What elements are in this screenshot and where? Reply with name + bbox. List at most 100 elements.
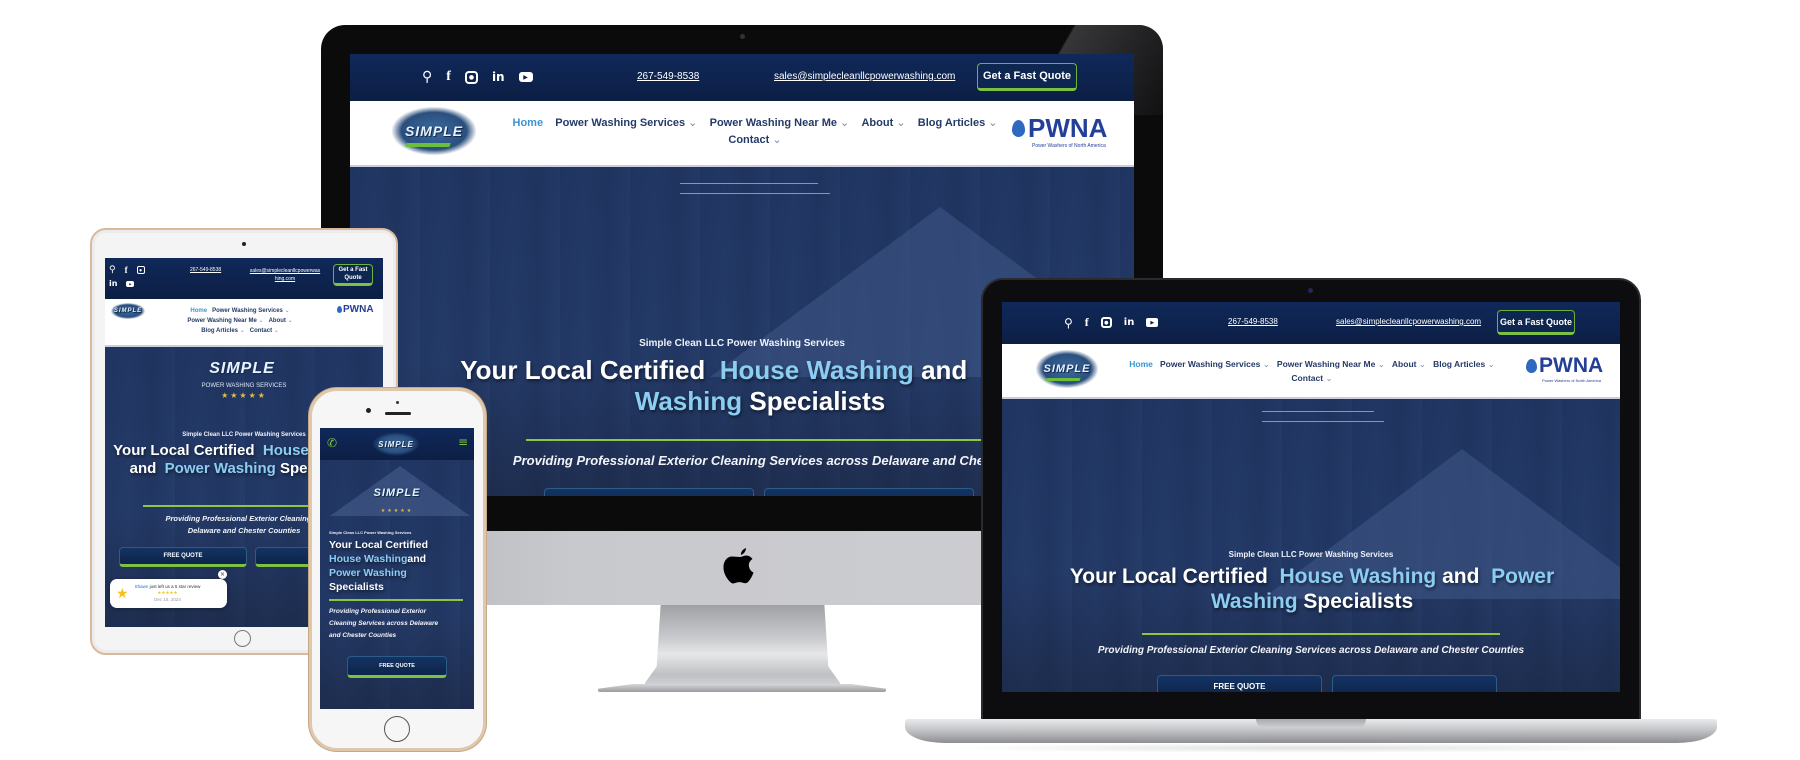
nav-item-home[interactable]: Home bbox=[1129, 357, 1153, 371]
instagram-icon[interactable]: ● bbox=[136, 266, 145, 274]
title-text: Specialists bbox=[749, 385, 886, 416]
chevron-down-icon: ⌄ bbox=[1262, 359, 1270, 369]
laptop-screen-website: ⚲ f ● in ▶ 267-549-8538 sales@simpleclea… bbox=[1002, 302, 1620, 692]
title-text: Your Local Certified bbox=[113, 442, 255, 459]
nav-label: Contact bbox=[728, 134, 770, 146]
nav-item-blog-articles[interactable]: Blog Articles ⌄ bbox=[201, 326, 245, 336]
nav-item-power-washing-services[interactable]: Power Washing Services ⌄ bbox=[212, 306, 290, 316]
nav-item-blog-articles[interactable]: Blog Articles ⌄ bbox=[1433, 357, 1495, 371]
nav-label: Power Washing Near Me bbox=[187, 318, 257, 324]
nav-label: Power Washing Services bbox=[1160, 359, 1261, 369]
simple-clean-logo[interactable]: SIMPLE bbox=[372, 432, 420, 456]
free-quote-button[interactable]: FREE QUOTE bbox=[1157, 675, 1322, 692]
nav-label: Power Washing Near Me bbox=[1276, 359, 1376, 369]
main-nav-bar: SIMPLE Home Power Washing Services ⌄ Pow… bbox=[1002, 344, 1620, 399]
hero-divider bbox=[329, 599, 463, 601]
nav-item-home[interactable]: Home bbox=[513, 115, 544, 132]
nav-item-about[interactable]: About ⌄ bbox=[269, 316, 293, 326]
chevron-down-icon: ⌄ bbox=[1487, 359, 1495, 369]
chevron-down-icon: ⌄ bbox=[284, 308, 290, 314]
get-fast-quote-button[interactable]: Get a Fast Quote bbox=[977, 63, 1077, 91]
pwna-logo[interactable]: PWNA bbox=[337, 304, 374, 315]
email-link[interactable]: sales@simplecleanllcpowerwashing.com bbox=[774, 71, 955, 82]
nav-item-contact[interactable]: Contact ⌄ bbox=[1291, 371, 1332, 385]
title-highlight: Power Washing bbox=[164, 459, 276, 477]
phone-link[interactable]: 267-549-8538 bbox=[190, 267, 221, 273]
chevron-down-icon: ⌄ bbox=[840, 117, 850, 129]
instagram-icon[interactable]: ● bbox=[1100, 317, 1112, 328]
chevron-down-icon: ⌄ bbox=[258, 318, 264, 324]
simple-clean-logo[interactable]: SIMPLE bbox=[392, 107, 476, 155]
title-text: Specialists bbox=[329, 581, 384, 593]
phone-speaker bbox=[385, 412, 411, 415]
facebook-icon[interactable]: f bbox=[446, 69, 451, 85]
call-button[interactable] bbox=[1332, 675, 1497, 692]
review-stars: ★★★★★ bbox=[157, 590, 178, 596]
simple-clean-logo[interactable]: SIMPLE bbox=[111, 303, 145, 319]
email-link[interactable]: sales@simplecleanllcpowerwas hing.com bbox=[245, 267, 325, 283]
subtitle-line: Providing Professional Exterior Cleaning… bbox=[165, 514, 323, 523]
laptop-opening-notch bbox=[1256, 719, 1366, 728]
nav-item-contact[interactable]: Contact ⌄ bbox=[250, 326, 279, 336]
free-quote-button[interactable]: FREE QUOTE bbox=[544, 488, 754, 496]
nav-item-power-washing-near-me[interactable]: Power Washing Near Me ⌄ bbox=[187, 316, 263, 326]
get-fast-quote-button[interactable]: Get a Fast Quote bbox=[333, 264, 373, 286]
linkedin-icon[interactable]: in bbox=[109, 279, 117, 288]
linkedin-icon[interactable]: in bbox=[492, 70, 505, 84]
title-text: and bbox=[1442, 565, 1480, 588]
star-icon: ★ bbox=[116, 585, 129, 601]
facebook-icon[interactable]: f bbox=[1085, 315, 1089, 330]
simple-clean-logo[interactable]: SIMPLE bbox=[1036, 350, 1098, 388]
nav-menu: Home Power Washing Services ⌄ Power Wash… bbox=[1112, 357, 1512, 385]
nav-item-power-washing-near-me[interactable]: Power Washing Near Me ⌄ bbox=[710, 115, 850, 132]
hero-kicker: Simple Clean LLC Power Washing Services bbox=[1228, 550, 1394, 559]
youtube-icon[interactable]: ▶ bbox=[518, 72, 533, 82]
free-quote-button[interactable]: FREE QUOTE bbox=[119, 547, 247, 567]
review-widget[interactable]: ★ Shawn just left us a 5 star review ★★★… bbox=[110, 579, 227, 608]
youtube-icon[interactable]: ▶ bbox=[126, 280, 135, 287]
map-pin-icon[interactable]: ⚲ bbox=[1064, 316, 1073, 330]
youtube-icon[interactable]: ▶ bbox=[1146, 318, 1159, 327]
map-pin-icon[interactable]: ⚲ bbox=[422, 69, 432, 85]
nav-item-about[interactable]: About ⌄ bbox=[861, 115, 905, 132]
chevron-down-icon: ⌄ bbox=[1377, 359, 1385, 369]
close-review-icon[interactable]: × bbox=[218, 570, 227, 579]
water-drop-icon bbox=[1526, 359, 1537, 373]
social-links: ⚲ f ● in ▶ bbox=[109, 265, 159, 288]
tablet-camera bbox=[242, 242, 246, 246]
apple-logo-icon bbox=[723, 548, 754, 584]
subtitle-line: Providing Professional Exterior bbox=[329, 608, 427, 615]
nav-label: Power Washing Services bbox=[555, 117, 686, 129]
free-quote-button[interactable]: FREE QUOTE bbox=[347, 656, 447, 678]
email-link[interactable]: sales@simplecleanllcpowerwashing.com bbox=[1336, 317, 1481, 326]
nav-label: Power Washing Services bbox=[212, 308, 283, 314]
get-fast-quote-button[interactable]: Get a Fast Quote bbox=[1497, 310, 1575, 335]
phone-link[interactable]: 267-549-8538 bbox=[1228, 317, 1278, 326]
subtitle-line: Cleaning Services across Delaware bbox=[329, 620, 439, 627]
imac-camera bbox=[740, 34, 745, 39]
facebook-icon[interactable]: f bbox=[125, 265, 128, 275]
pwna-logo[interactable]: PWNA Power Washers of North America bbox=[1526, 354, 1603, 383]
linkedin-icon[interactable]: in bbox=[1124, 317, 1135, 328]
nav-item-power-washing-services[interactable]: Power Washing Services ⌄ bbox=[555, 115, 697, 132]
chevron-down-icon: ⌄ bbox=[688, 117, 698, 129]
hamburger-menu-icon[interactable]: ≡ bbox=[458, 435, 468, 449]
chevron-down-icon: ⌄ bbox=[988, 117, 998, 129]
phone-sensor bbox=[396, 401, 399, 404]
map-pin-icon[interactable]: ⚲ bbox=[109, 265, 116, 275]
nav-item-power-washing-services[interactable]: Power Washing Services ⌄ bbox=[1160, 357, 1270, 371]
phone-link[interactable]: 267-549-8538 bbox=[637, 71, 699, 82]
phone-call-icon[interactable]: ✆ bbox=[327, 436, 337, 450]
nav-item-contact[interactable]: Contact ⌄ bbox=[728, 132, 781, 149]
pwna-logo[interactable]: PWNA Power Washers of North America bbox=[1012, 113, 1107, 149]
call-button[interactable] bbox=[764, 488, 974, 496]
instagram-icon[interactable]: ● bbox=[464, 70, 478, 84]
nav-item-blog-articles[interactable]: Blog Articles ⌄ bbox=[918, 115, 998, 132]
spray-line bbox=[1262, 411, 1374, 412]
nav-item-home[interactable]: Home bbox=[190, 306, 207, 316]
nav-item-about[interactable]: About ⌄ bbox=[1392, 357, 1426, 371]
hero-kicker: Simple Clean LLC Power Washing Services bbox=[329, 530, 412, 535]
title-text: Your Local Certified bbox=[1069, 565, 1268, 588]
nav-item-power-washing-near-me[interactable]: Power Washing Near Me ⌄ bbox=[1277, 357, 1385, 371]
nav-label: Contact bbox=[1291, 373, 1324, 383]
